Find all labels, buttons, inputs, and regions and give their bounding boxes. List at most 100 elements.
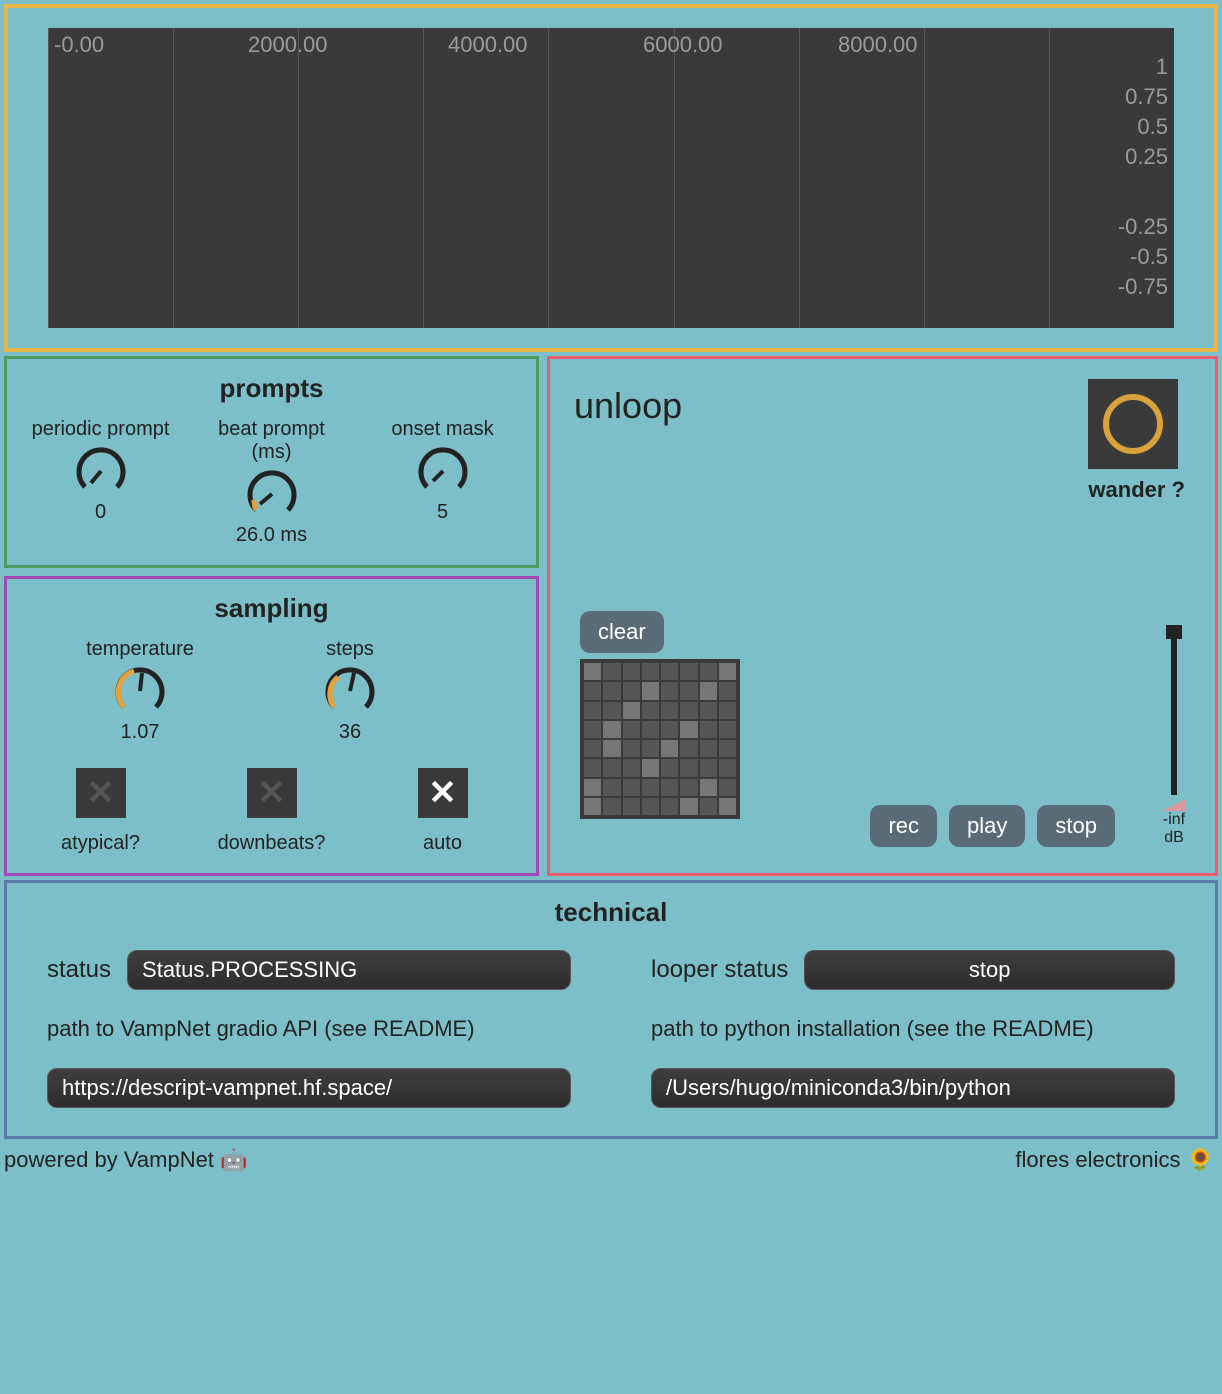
x-icon: ✕ [257, 773, 286, 813]
prompts-panel: prompts periodic prompt 0 beat prompt (m… [4, 356, 539, 568]
pad-cell[interactable] [642, 740, 659, 757]
pad-cell[interactable] [623, 759, 640, 776]
pad-cell[interactable] [680, 740, 697, 757]
pad-cell[interactable] [603, 798, 620, 815]
onset-mask-knob[interactable] [417, 445, 469, 497]
pad-cell[interactable] [680, 759, 697, 776]
atypical-toggle[interactable]: ✕ [76, 768, 126, 818]
pad-cell[interactable] [661, 702, 678, 719]
pad-cell[interactable] [623, 682, 640, 699]
auto-toggle[interactable]: ✕ [418, 768, 468, 818]
pad-cell[interactable] [603, 779, 620, 796]
waveform-display[interactable]: -0.00 2000.00 4000.00 6000.00 8000.00 1 … [48, 28, 1174, 328]
pad-cell[interactable] [661, 798, 678, 815]
pad-grid[interactable] [580, 659, 740, 819]
level-meter[interactable]: -inf dB [1161, 625, 1187, 847]
y-tick: 1 [1156, 54, 1168, 80]
pad-cell[interactable] [642, 702, 659, 719]
y-tick: 0.5 [1137, 114, 1168, 140]
pad-cell[interactable] [719, 702, 736, 719]
y-tick: 0.25 [1125, 144, 1168, 170]
prompts-title: prompts [15, 373, 528, 404]
knob-label: temperature [65, 638, 215, 661]
knob-label: onset mask [368, 418, 518, 441]
pad-cell[interactable] [680, 798, 697, 815]
pad-cell[interactable] [642, 759, 659, 776]
pad-cell[interactable] [623, 663, 640, 680]
knob-label: beat prompt (ms) [197, 418, 347, 464]
pad-cell[interactable] [680, 663, 697, 680]
pad-cell[interactable] [700, 798, 717, 815]
pad-cell[interactable] [584, 798, 601, 815]
play-button[interactable]: play [949, 805, 1025, 847]
x-tick: 4000.00 [448, 32, 528, 58]
pad-cell[interactable] [700, 702, 717, 719]
pad-cell[interactable] [700, 721, 717, 738]
beat-prompt-knob[interactable] [246, 468, 298, 520]
pad-cell[interactable] [661, 682, 678, 699]
pad-cell[interactable] [584, 740, 601, 757]
pad-cell[interactable] [719, 721, 736, 738]
pad-cell[interactable] [719, 682, 736, 699]
knob-label: periodic prompt [26, 418, 176, 441]
pad-cell[interactable] [584, 682, 601, 699]
pad-cell[interactable] [603, 759, 620, 776]
knob-value: 5 [368, 501, 518, 524]
pad-cell[interactable] [603, 721, 620, 738]
pad-cell[interactable] [719, 759, 736, 776]
pad-cell[interactable] [584, 663, 601, 680]
downbeats-toggle[interactable]: ✕ [247, 768, 297, 818]
sampling-panel: sampling temperature 1.07 steps [4, 576, 539, 876]
pad-cell[interactable] [700, 663, 717, 680]
pad-cell[interactable] [661, 740, 678, 757]
x-icon: ✕ [428, 773, 457, 813]
pad-cell[interactable] [623, 798, 640, 815]
pad-cell[interactable] [719, 779, 736, 796]
stop-button[interactable]: stop [1037, 805, 1115, 847]
pad-cell[interactable] [700, 682, 717, 699]
knob-value: 1.07 [65, 721, 215, 744]
clear-button[interactable]: clear [580, 611, 664, 653]
pad-cell[interactable] [680, 779, 697, 796]
wander-button[interactable] [1088, 379, 1178, 469]
pad-cell[interactable] [700, 759, 717, 776]
pad-cell[interactable] [584, 779, 601, 796]
pad-cell[interactable] [603, 702, 620, 719]
pad-cell[interactable] [700, 740, 717, 757]
pad-cell[interactable] [623, 721, 640, 738]
pad-cell[interactable] [680, 682, 697, 699]
steps-knob[interactable] [324, 665, 376, 717]
pad-cell[interactable] [719, 663, 736, 680]
pad-cell[interactable] [584, 721, 601, 738]
pad-cell[interactable] [603, 682, 620, 699]
pad-cell[interactable] [584, 759, 601, 776]
pad-cell[interactable] [623, 740, 640, 757]
pad-cell[interactable] [623, 702, 640, 719]
pad-cell[interactable] [661, 663, 678, 680]
python-path-input[interactable]: /Users/hugo/miniconda3/bin/python [651, 1068, 1175, 1108]
periodic-prompt-knob[interactable] [75, 445, 127, 497]
pad-cell[interactable] [719, 798, 736, 815]
api-path-label: path to VampNet gradio API (see README) [47, 1016, 571, 1042]
pad-cell[interactable] [680, 721, 697, 738]
pad-cell[interactable] [680, 702, 697, 719]
pad-cell[interactable] [642, 663, 659, 680]
pad-cell[interactable] [584, 702, 601, 719]
pad-cell[interactable] [642, 682, 659, 699]
pad-cell[interactable] [700, 779, 717, 796]
pad-cell[interactable] [623, 779, 640, 796]
temperature-knob[interactable] [114, 665, 166, 717]
pad-cell[interactable] [642, 721, 659, 738]
python-path-label: path to python installation (see the REA… [651, 1016, 1175, 1042]
rec-button[interactable]: rec [870, 805, 937, 847]
pad-cell[interactable] [661, 721, 678, 738]
pad-cell[interactable] [603, 740, 620, 757]
pad-cell[interactable] [661, 759, 678, 776]
y-tick: 0.75 [1125, 84, 1168, 110]
api-path-input[interactable]: https://descript-vampnet.hf.space/ [47, 1068, 571, 1108]
pad-cell[interactable] [642, 798, 659, 815]
pad-cell[interactable] [642, 779, 659, 796]
pad-cell[interactable] [603, 663, 620, 680]
pad-cell[interactable] [661, 779, 678, 796]
pad-cell[interactable] [719, 740, 736, 757]
